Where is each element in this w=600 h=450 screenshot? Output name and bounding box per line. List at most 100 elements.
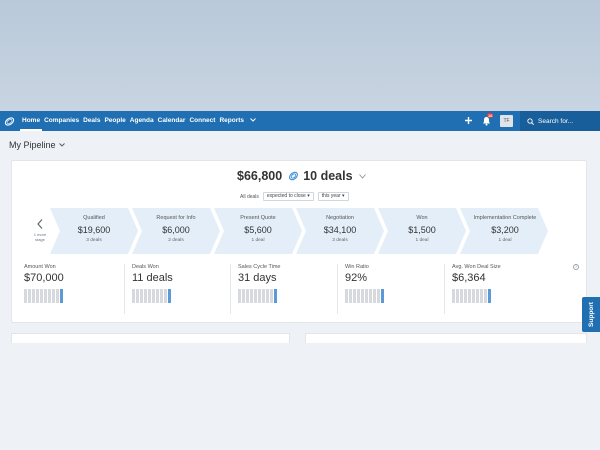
search-icon <box>527 117 534 125</box>
sparkline-bar <box>132 289 135 303</box>
stage-implementation-complete[interactable]: Implementation Complete $3,200 1 deal <box>460 208 548 254</box>
stage-name: Implementation Complete <box>473 215 537 221</box>
sparkline-bar <box>164 289 167 303</box>
stage-present-quote[interactable]: Present Quote $5,600 1 deal <box>214 208 302 254</box>
sparkline-bar <box>369 289 372 303</box>
stage-deal-count: 1 deal <box>415 238 429 243</box>
metric-sparkline <box>238 289 338 303</box>
metric-win-ratio[interactable]: Win Ratio 92% <box>345 264 445 314</box>
chevron-down-icon[interactable] <box>58 142 65 149</box>
sparkline-bar <box>250 289 253 303</box>
nav-item-agenda[interactable]: Agenda <box>128 111 156 131</box>
stage-qualified[interactable]: Qualified $19,600 3 deals <box>50 208 138 254</box>
metric-label: Amount Won <box>24 264 56 270</box>
avatar[interactable]: TF <box>500 115 513 127</box>
sparkline-bar <box>136 289 139 303</box>
sparkline-bar <box>168 289 171 303</box>
sparkline-bar <box>488 289 491 303</box>
metric-label: Deals Won <box>132 264 159 270</box>
previous-stage-button[interactable]: 1 more stage <box>30 219 50 242</box>
sparkline-bar <box>258 289 261 303</box>
sparkline-bar <box>40 289 43 303</box>
support-button[interactable]: Support <box>582 297 600 332</box>
metric-avg-won-deal-size[interactable]: Avg. Won Deal Size $6,364 <box>452 264 552 314</box>
metric-value: 92% <box>345 272 368 284</box>
chevron-down-icon: ▾ <box>342 193 345 199</box>
metric-label: Win Ratio <box>345 264 369 270</box>
sparkline-bar <box>238 289 241 303</box>
stage-deal-count: 1 deal <box>498 238 512 243</box>
stage-negotiation[interactable]: Negotiation $34,100 3 deals <box>296 208 384 254</box>
deal-rings-icon <box>289 171 299 181</box>
stage-name: Request for Info <box>156 215 196 221</box>
previous-stage-label: 1 more stage <box>33 232 47 242</box>
sparkline-bar <box>60 289 63 303</box>
app-logo-icon[interactable] <box>4 116 15 127</box>
page-title[interactable]: My Pipeline <box>9 140 65 150</box>
chevron-down-icon[interactable] <box>358 172 366 181</box>
metric-sparkline <box>132 289 232 303</box>
sparkline-bar <box>254 289 257 303</box>
sparkline-bar <box>484 289 487 303</box>
search-input[interactable]: Search for... <box>520 111 600 131</box>
sparkline-bar <box>353 289 356 303</box>
metric-sparkline <box>24 289 124 303</box>
sparkline-bar <box>56 289 59 303</box>
sparkline-bar <box>44 289 47 303</box>
stage-request-for-info[interactable]: Request for Info $6,000 2 deals <box>132 208 220 254</box>
nav-item-people[interactable]: People <box>102 111 127 131</box>
stage-deal-count: 3 deals <box>332 238 348 243</box>
stage-name: Qualified <box>83 215 105 221</box>
sparkline-bar <box>452 289 455 303</box>
sparkline-bar <box>246 289 249 303</box>
sparkline-bar <box>456 289 459 303</box>
chevron-down-icon[interactable] <box>248 111 258 131</box>
metric-value: $70,000 <box>24 272 64 284</box>
sparkline-bar <box>377 289 380 303</box>
period-filter-select[interactable]: this year ▾ <box>317 192 349 201</box>
nav-item-connect[interactable]: Connect <box>187 111 217 131</box>
sparkline-bar <box>373 289 376 303</box>
bell-icon[interactable]: 16 <box>482 113 494 126</box>
nav-item-reports[interactable]: Reports <box>217 111 246 131</box>
page-title-label: My Pipeline <box>9 140 56 150</box>
chevron-left-icon <box>30 219 50 232</box>
nav-item-home[interactable]: Home <box>20 111 43 131</box>
total-amount: $66,800 <box>237 169 283 183</box>
nav-item-deals[interactable]: Deals <box>81 111 102 131</box>
metric-deals-won[interactable]: Deals Won 11 deals <box>132 264 232 314</box>
close-filter-select[interactable]: expected to close ▾ <box>262 192 314 201</box>
stage-amount: $1,500 <box>408 225 436 235</box>
divider <box>444 264 445 314</box>
metric-value: 31 days <box>238 272 277 284</box>
chevron-down-icon: ▾ <box>307 193 310 199</box>
stage-deal-count: 1 deal <box>251 238 265 243</box>
sparkline-bar <box>36 289 39 303</box>
filters-label: All deals <box>240 193 259 200</box>
sparkline-bar <box>242 289 245 303</box>
sparkline-bar <box>24 289 27 303</box>
stage-won[interactable]: Won $1,500 1 deal <box>378 208 466 254</box>
nav-item-calendar[interactable]: Calendar <box>156 111 188 131</box>
metric-sales-cycle-time[interactable]: Sales Cycle Time 31 days <box>238 264 338 314</box>
stage-amount: $19,600 <box>77 225 111 235</box>
pipeline-filters: All deals expected to close ▾ this year … <box>240 192 353 201</box>
sparkline-bar <box>52 289 55 303</box>
plus-icon[interactable] <box>465 116 472 127</box>
stage-name: Negotiation <box>326 215 354 221</box>
question-icon[interactable]: ? <box>573 264 579 270</box>
nav-item-companies[interactable]: Companies <box>42 111 81 131</box>
dashboard-card-left <box>11 333 290 343</box>
metric-amount-won[interactable]: Amount Won $70,000 <box>24 264 124 314</box>
stage-amount: $5,600 <box>244 225 272 235</box>
dashboard-card-right <box>305 333 587 343</box>
stage-name: Present Quote <box>240 215 276 221</box>
metric-label: Sales Cycle Time <box>238 264 281 270</box>
sparkline-bar <box>262 289 265 303</box>
sparkline-bar <box>361 289 364 303</box>
sparkline-bar <box>480 289 483 303</box>
sparkline-bar <box>357 289 360 303</box>
metric-value: $6,364 <box>452 272 486 284</box>
search-placeholder: Search for... <box>538 117 574 125</box>
total-deals: 10 deals <box>303 169 353 183</box>
